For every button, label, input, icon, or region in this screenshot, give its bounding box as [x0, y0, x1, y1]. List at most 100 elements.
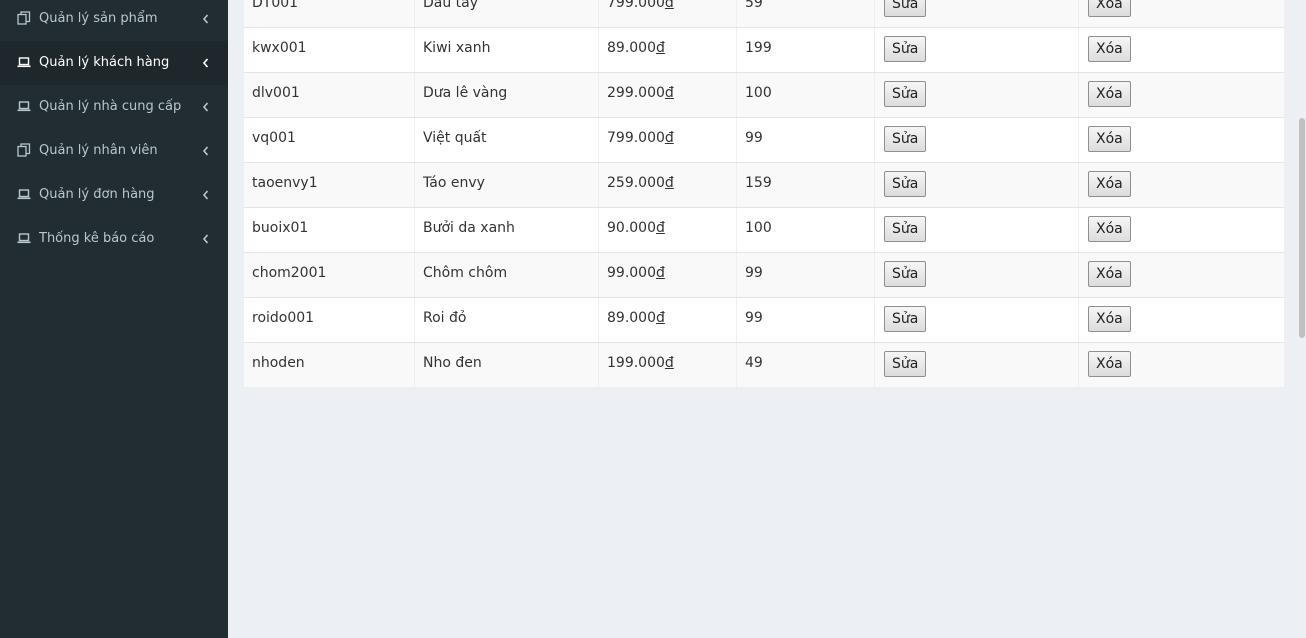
delete-button[interactable]: Xóa [1088, 81, 1131, 107]
delete-cell: Xóa [1079, 298, 1284, 343]
edit-cell: Sửa [875, 343, 1079, 388]
product-price: 299.000đ [599, 73, 737, 118]
edit-button[interactable]: Sửa [884, 36, 927, 62]
laptop-icon [17, 187, 31, 201]
currency-symbol: đ [664, 0, 674, 11]
price-value: 99.000 [607, 265, 656, 281]
chevron-left-icon [201, 101, 211, 113]
scrollbar-thumb[interactable] [1299, 118, 1305, 338]
currency-symbol: đ [656, 220, 665, 236]
sidebar-item-label: Quản lý nhà cung cấp [39, 99, 182, 114]
sidebar-item-label: Quản lý đơn hàng [39, 187, 155, 202]
chevron-left-icon [201, 233, 211, 245]
edit-cell: Sửa [875, 28, 1079, 73]
product-price: 259.000đ [599, 163, 737, 208]
price-value: 199.000 [607, 355, 665, 371]
delete-cell: Xóa [1079, 73, 1284, 118]
product-quantity: 59 [737, 0, 875, 28]
price-value: 89.000 [607, 40, 656, 56]
product-quantity: 99 [737, 253, 875, 298]
edit-button[interactable]: Sửa [884, 171, 927, 197]
product-quantity: 100 [737, 73, 875, 118]
product-name: Chôm chôm [415, 253, 599, 298]
table-row: DT001 Dâu tây 799.000đ 59 Sửa Xóa [244, 0, 1284, 28]
delete-button[interactable]: Xóa [1088, 351, 1131, 377]
delete-cell: Xóa [1079, 163, 1284, 208]
product-code: kwx001 [244, 28, 415, 73]
table-row: buoix01 Bưởi da xanh 90.000đ 100 Sửa Xóa [244, 207, 1284, 253]
sidebar-item-5[interactable]: Quản lý đơn hàng [0, 173, 228, 217]
table-row: kwx001 Kiwi xanh 89.000đ 199 Sửa Xóa [244, 27, 1284, 73]
price-value: 89.000 [607, 310, 656, 326]
edit-cell: Sửa [875, 73, 1079, 118]
delete-cell: Xóa [1079, 208, 1284, 253]
delete-cell: Xóa [1079, 343, 1284, 388]
product-price: 89.000đ [599, 28, 737, 73]
currency-symbol: đ [664, 355, 674, 371]
delete-button[interactable]: Xóa [1088, 0, 1131, 17]
sidebar-item-3[interactable]: Quản lý nhà cung cấp [0, 85, 228, 129]
product-code: dlv001 [244, 73, 415, 118]
edit-cell: Sửa [875, 253, 1079, 298]
delete-button[interactable]: Xóa [1088, 306, 1131, 332]
product-quantity: 100 [737, 208, 875, 253]
chevron-left-icon [201, 13, 211, 25]
product-price: 90.000đ [599, 208, 737, 253]
product-name: Táo envy [415, 163, 599, 208]
price-value: 299.000 [607, 85, 665, 101]
table-row: chom2001 Chôm chôm 99.000đ 99 Sửa Xóa [244, 252, 1284, 298]
product-code: buoix01 [244, 208, 415, 253]
table-row: taoenvy1 Táo envy 259.000đ 159 Sửa Xóa [244, 162, 1284, 208]
edit-cell: Sửa [875, 118, 1079, 163]
table-row: roido001 Roi đỏ 89.000đ 99 Sửa Xóa [244, 297, 1284, 343]
sidebar-item-label: Quản lý nhân viên [39, 143, 158, 158]
laptop-icon [17, 231, 31, 245]
edit-button[interactable]: Sửa [884, 81, 927, 107]
sidebar-item-6[interactable]: Thống kê báo cáo [0, 217, 228, 261]
delete-cell: Xóa [1079, 253, 1284, 298]
main-content: DT001 Dâu tây 799.000đ 59 Sửa Xóa kwx001 Kiwi x… [228, 0, 1306, 638]
page-scrollbar[interactable] [1298, 0, 1306, 638]
sidebar-item-label: Thống kê báo cáo [39, 231, 155, 246]
edit-cell: Sửa [875, 0, 1079, 28]
delete-cell: Xóa [1079, 118, 1284, 163]
currency-symbol: đ [656, 310, 665, 326]
copy-icon [17, 143, 31, 157]
product-price: 799.000đ [599, 118, 737, 163]
edit-button[interactable]: Sửa [884, 126, 927, 152]
edit-button[interactable]: Sửa [884, 0, 927, 17]
chevron-left-icon [201, 189, 211, 201]
product-code: nhoden [244, 343, 415, 388]
currency-symbol: đ [656, 265, 665, 281]
product-name: Nho đen [415, 343, 599, 388]
product-quantity: 199 [737, 28, 875, 73]
edit-button[interactable]: Sửa [884, 216, 927, 242]
table-row: nhoden Nho đen 199.000đ 49 Sửa Xóa [244, 342, 1284, 388]
product-name: Roi đỏ [415, 298, 599, 343]
product-name: Bưởi da xanh [415, 208, 599, 253]
currency-symbol: đ [664, 85, 674, 101]
copy-icon [17, 11, 31, 25]
sidebar-item-label: Quản lý sản phẩm [39, 11, 158, 26]
product-price: 89.000đ [599, 298, 737, 343]
delete-button[interactable]: Xóa [1088, 216, 1131, 242]
delete-cell: Xóa [1079, 28, 1284, 73]
edit-button[interactable]: Sửa [884, 261, 927, 287]
delete-button[interactable]: Xóa [1088, 171, 1131, 197]
sidebar-item-2[interactable]: Quản lý khách hàng [0, 41, 228, 85]
price-value: 799.000 [607, 0, 665, 11]
sidebar-item-4[interactable]: Quản lý nhân viên [0, 129, 228, 173]
delete-button[interactable]: Xóa [1088, 126, 1131, 152]
currency-symbol: đ [664, 175, 674, 191]
product-name: Kiwi xanh [415, 28, 599, 73]
product-price: 99.000đ [599, 253, 737, 298]
delete-button[interactable]: Xóa [1088, 36, 1131, 62]
chevron-left-icon [201, 57, 211, 69]
delete-button[interactable]: Xóa [1088, 261, 1131, 287]
sidebar-item-1[interactable]: Quản lý sản phẩm [0, 0, 228, 41]
currency-symbol: đ [656, 40, 665, 56]
product-name: Việt quất [415, 118, 599, 163]
edit-button[interactable]: Sửa [884, 306, 927, 332]
product-code: DT001 [244, 0, 415, 28]
edit-button[interactable]: Sửa [884, 351, 927, 377]
